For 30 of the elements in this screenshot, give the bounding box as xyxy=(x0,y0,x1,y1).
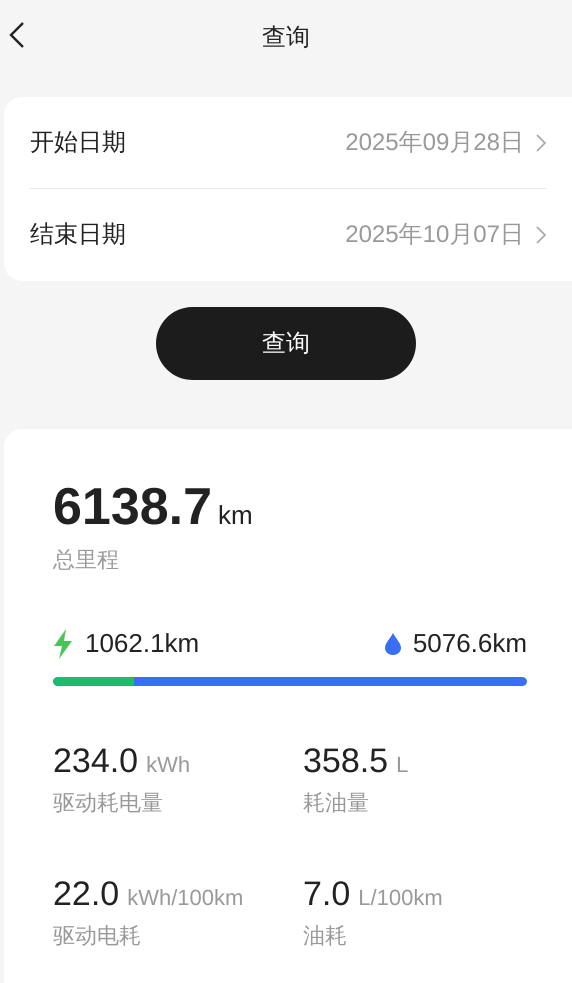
stat-label: 驱动电耗 xyxy=(53,922,142,950)
query-button[interactable]: 查询 xyxy=(156,307,416,380)
total-mileage-label: 总里程 xyxy=(53,546,120,574)
stat-value: 7.0 xyxy=(303,877,350,911)
stat-unit: kWh/100km xyxy=(127,887,244,909)
electric-mileage: 1062.1km xyxy=(85,627,200,660)
stat-value: 22.0 xyxy=(53,877,120,911)
date-row[interactable]: 结束日期 2025年10月07日 xyxy=(30,189,546,281)
drop-icon xyxy=(384,632,401,654)
chevron-right-icon xyxy=(536,226,546,244)
date-label: 结束日期 xyxy=(30,220,126,250)
stat-unit: L xyxy=(396,754,408,776)
date-label: 开始日期 xyxy=(30,128,126,158)
stat-unit: L/100km xyxy=(358,887,443,909)
total-mileage-value: 6138.7 xyxy=(53,481,212,533)
stat-label: 驱动耗电量 xyxy=(53,789,164,817)
stat-value: 234.0 xyxy=(53,744,138,778)
back-icon[interactable] xyxy=(8,21,26,49)
total-mileage-unit: km xyxy=(218,499,253,532)
page-title: 查询 xyxy=(262,22,310,52)
stat-label: 耗油量 xyxy=(303,789,370,817)
stat-value: 358.5 xyxy=(303,744,388,778)
date-row[interactable]: 开始日期 2025年09月28日 xyxy=(30,97,546,189)
date-value: 2025年09月28日 xyxy=(345,128,524,158)
date-value: 2025年10月07日 xyxy=(345,220,524,250)
lightning-icon xyxy=(53,628,73,658)
fuel-mileage: 5076.6km xyxy=(412,627,527,660)
stat-unit: kWh xyxy=(146,754,190,776)
chevron-right-icon xyxy=(536,134,546,152)
stat-label: 油耗 xyxy=(303,922,348,950)
